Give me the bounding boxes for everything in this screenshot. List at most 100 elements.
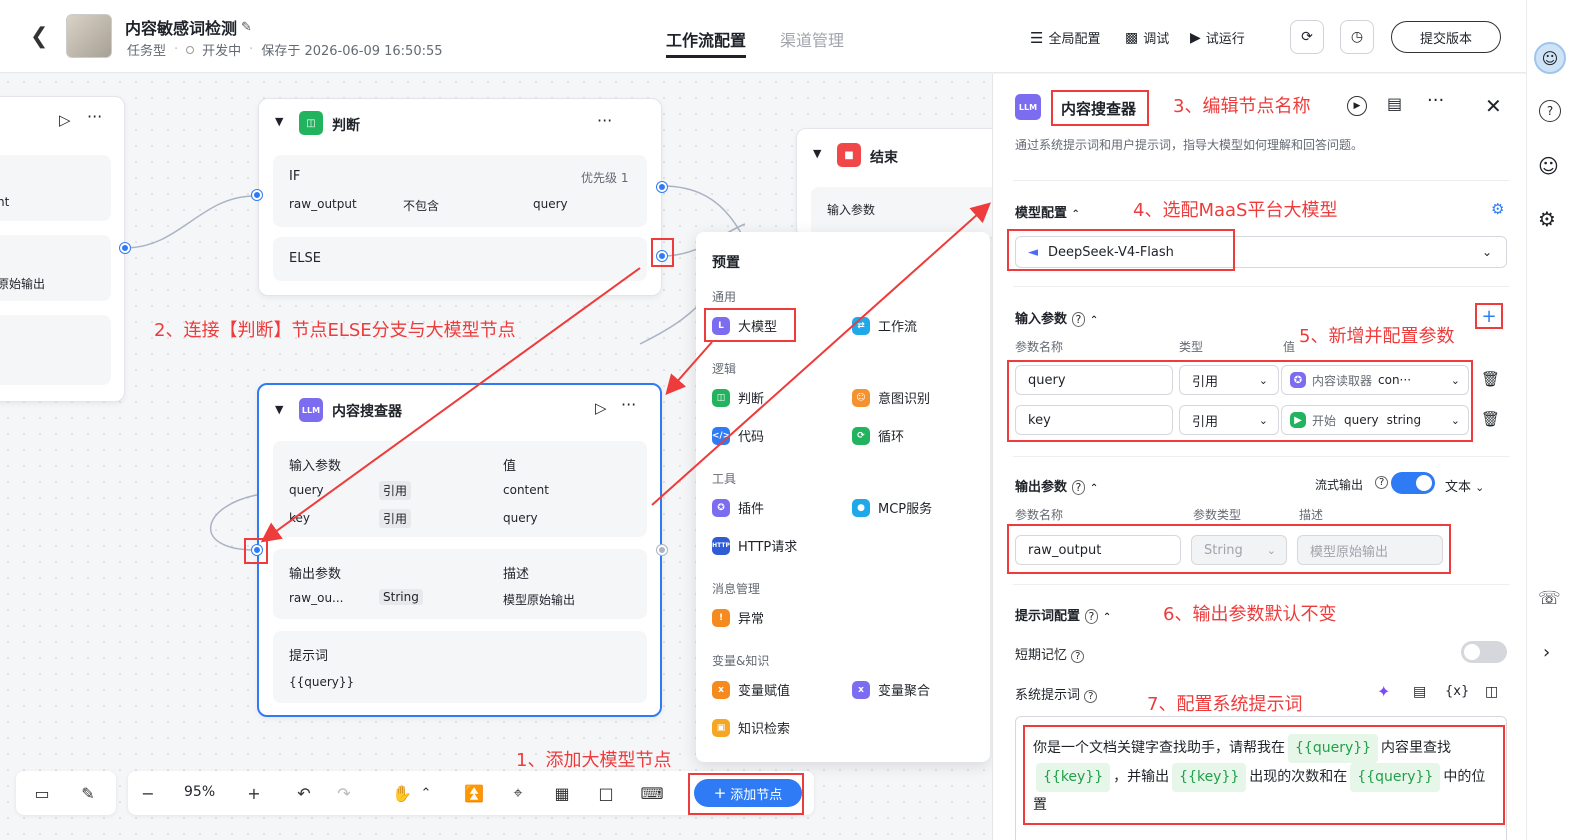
- chevron-up-icon[interactable]: ⌃: [416, 781, 436, 805]
- stream-toggle[interactable]: [1391, 472, 1435, 494]
- start-node[interactable]: ▷ ··· nt 原始输出: [0, 96, 125, 402]
- annotation-output: 6、输出参数默认不变: [1163, 604, 1337, 625]
- undo-icon[interactable]: ↶: [292, 781, 316, 805]
- condition-var: raw_output: [289, 197, 357, 211]
- app-type: 任务型: [127, 44, 167, 59]
- save-icon[interactable]: ◫: [1485, 684, 1498, 700]
- chevron-up-icon: ⌃: [1102, 612, 1112, 623]
- delete-icon[interactable]: 🗑: [1481, 410, 1500, 428]
- end-node[interactable]: ▼ ■ 结束 输入参数: [796, 128, 992, 238]
- more-icon[interactable]: ···: [621, 395, 636, 414]
- param-name-input[interactable]: key: [1015, 405, 1173, 435]
- collapse-icon[interactable]: ▼: [275, 115, 283, 128]
- menu-item-judge[interactable]: ◫ 判断: [712, 388, 764, 407]
- help-icon: ?: [1071, 650, 1085, 663]
- panel-node-title[interactable]: 内容搜查器: [1061, 98, 1136, 119]
- model-section-label[interactable]: 模型配置 ⌃: [1015, 202, 1080, 221]
- settings-icon[interactable]: ⚙: [1491, 200, 1504, 218]
- run-node-icon[interactable]: ▶: [1347, 96, 1367, 116]
- judge-title: 判断: [332, 118, 360, 134]
- template-icon[interactable]: ▤: [1413, 684, 1426, 700]
- llm-node[interactable]: ▼ LLM 内容搜查器 ▷ ··· 输入参数 值 query 引用 conten…: [257, 383, 662, 717]
- param-name-input[interactable]: query: [1015, 365, 1173, 395]
- hand-icon[interactable]: ✋: [390, 781, 414, 805]
- input-value: query: [503, 511, 538, 525]
- workflow-canvas[interactable]: ▷ ··· nt 原始输出 ▼ ◫ 判断 ··· IF 优先级 1 raw_ou…: [0, 74, 992, 840]
- output-type-select: String ⌄: [1191, 535, 1287, 565]
- judge-if-port[interactable]: [657, 182, 667, 192]
- menu-item-exception[interactable]: ! 异常: [712, 608, 764, 627]
- tab-channel[interactable]: 渠道管理: [780, 27, 844, 51]
- trial-run-button[interactable]: ▶ 试运行: [1190, 28, 1245, 48]
- zoom-out-icon[interactable]: −: [136, 781, 160, 805]
- collapse-icon[interactable]: ▼: [813, 147, 821, 160]
- output-section-label[interactable]: 输出参数 ? ⌃: [1015, 476, 1098, 495]
- layout-icon[interactable]: ▦: [550, 781, 574, 805]
- memory-toggle[interactable]: [1461, 641, 1507, 663]
- delete-icon[interactable]: 🗑: [1481, 370, 1500, 388]
- chevron-right-icon[interactable]: ›: [1543, 642, 1550, 663]
- doc-icon[interactable]: ▤: [1387, 94, 1402, 113]
- global-config-button[interactable]: ☰ 全局配置: [1030, 28, 1100, 48]
- back-icon[interactable]: ❮: [30, 24, 48, 49]
- menu-item-assign[interactable]: x 变量赋值: [712, 680, 790, 699]
- menu-item-http[interactable]: HTTP HTTP请求: [712, 536, 797, 555]
- input-name: query: [289, 483, 324, 497]
- zoom-level[interactable]: 95%: [184, 784, 215, 800]
- more-icon[interactable]: ···: [87, 107, 102, 126]
- judge-node[interactable]: ▼ ◫ 判断 ··· IF 优先级 1 raw_output 不包含 query…: [258, 98, 662, 296]
- history-icon[interactable]: ◷: [1340, 20, 1374, 54]
- run-node-icon[interactable]: ▷: [595, 399, 607, 417]
- locate-icon[interactable]: ⌖: [506, 781, 530, 805]
- edit-icon[interactable]: ✎: [241, 20, 252, 35]
- ai-sparkle-icon[interactable]: ✦: [1377, 682, 1390, 701]
- align-icon[interactable]: ⏫: [462, 781, 486, 805]
- debug-button[interactable]: ▩ 调试: [1125, 28, 1169, 48]
- redo-icon[interactable]: ↷: [332, 781, 356, 805]
- more-icon[interactable]: ···: [1427, 90, 1444, 111]
- param-value-select[interactable]: ✪ 内容读取器 con··· ⌄: [1281, 365, 1469, 395]
- memory-label: 短期记忆 ?: [1015, 644, 1085, 663]
- menu-item-plugin[interactable]: ✪ 插件: [712, 498, 764, 517]
- close-icon[interactable]: ✕: [1485, 94, 1502, 118]
- run-node-icon[interactable]: ▷: [59, 111, 71, 129]
- left-node-output: 原始输出: [0, 277, 46, 291]
- tab-workflow[interactable]: 工作流配置: [666, 27, 747, 58]
- zoom-in-icon[interactable]: +: [242, 781, 266, 805]
- judge-input-port[interactable]: [252, 190, 262, 200]
- headset-icon[interactable]: ☏: [1538, 588, 1561, 609]
- menu-item-intent[interactable]: ☺ 意图识别: [852, 388, 930, 407]
- start-node-output-port[interactable]: [120, 243, 130, 253]
- minimap-icon[interactable]: ▭: [28, 781, 56, 805]
- help-icon[interactable]: ?: [1539, 100, 1561, 122]
- smile-icon[interactable]: ☺: [1538, 154, 1559, 178]
- prompt-section-label[interactable]: 提示词配置 ? ⌃: [1015, 605, 1111, 624]
- comment-icon[interactable]: ✎: [74, 781, 102, 805]
- submit-version-button[interactable]: 提交版本: [1391, 21, 1501, 53]
- variable-icon[interactable]: {x}: [1445, 684, 1469, 699]
- llm-output-port[interactable]: [657, 545, 667, 555]
- add-note-icon[interactable]: □: [594, 781, 618, 805]
- gear-icon[interactable]: ⚙: [1538, 207, 1556, 231]
- format-select[interactable]: 文本 ⌄: [1445, 476, 1484, 495]
- menu-item-workflow[interactable]: ⇄ 工作流: [852, 316, 917, 335]
- param-type-select[interactable]: 引用 ⌄: [1179, 405, 1279, 435]
- menu-item-aggregate[interactable]: x 变量聚合: [852, 680, 930, 699]
- add-param-button[interactable]: +: [1475, 303, 1503, 329]
- menu-item-code[interactable]: </> 代码: [712, 426, 764, 445]
- more-icon[interactable]: ···: [597, 111, 612, 130]
- prompt-preview: {{query}}: [289, 675, 355, 689]
- collapse-icon[interactable]: ▼: [275, 403, 283, 416]
- input-section-label[interactable]: 输入参数 ? ⌃: [1015, 308, 1098, 327]
- param-type-select[interactable]: 引用 ⌄: [1179, 365, 1279, 395]
- output-name-input[interactable]: raw_output: [1015, 535, 1181, 565]
- menu-item-mcp[interactable]: ● MCP服务: [852, 498, 932, 517]
- param-value-select[interactable]: ▶ 开始 query string ⌄: [1281, 405, 1469, 435]
- keyboard-icon[interactable]: ⌨: [640, 781, 664, 805]
- mcp-icon: ●: [852, 498, 870, 517]
- avatar[interactable]: ☺: [1534, 42, 1566, 74]
- prompt-label: 提示词: [289, 649, 329, 664]
- menu-item-knowledge[interactable]: ▣ 知识检索: [712, 718, 790, 737]
- menu-item-loop[interactable]: ⟳ 循环: [852, 426, 904, 445]
- publish-icon[interactable]: ⟳: [1290, 20, 1324, 54]
